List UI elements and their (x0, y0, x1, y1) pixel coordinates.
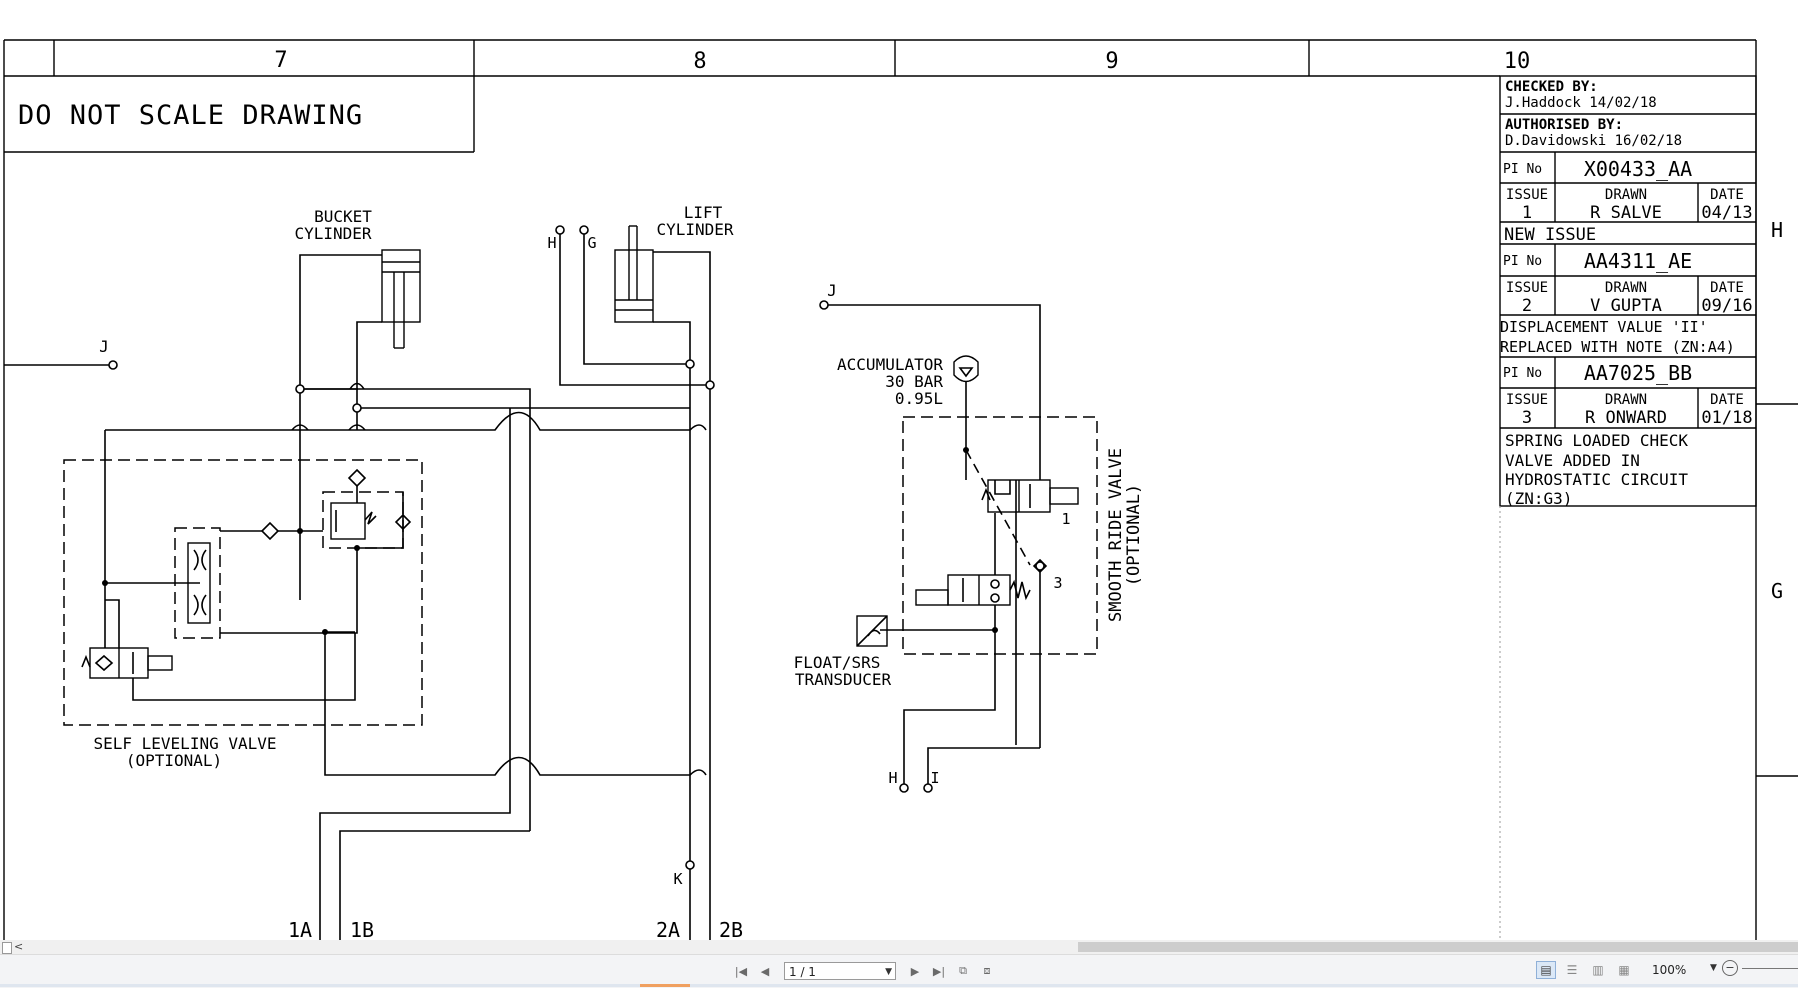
grid-row-g: G (1771, 579, 1783, 603)
date-value-3: 01/18 (1701, 408, 1752, 428)
issue-label-3: ISSUE (1506, 392, 1548, 408)
smooth-ride-label-1: SMOOTH RIDE VALVE (1106, 448, 1126, 622)
port-h-top: H (547, 234, 556, 252)
continuous-view-icon[interactable]: ☰ (1562, 961, 1582, 979)
port-k: K (673, 870, 682, 888)
zoom-slider[interactable] (1742, 968, 1798, 969)
pi-label-2: PI No (1503, 254, 1542, 269)
date-label-1: DATE (1710, 187, 1744, 203)
port-j-left: J (99, 337, 109, 356)
port-1a: 1A (288, 918, 312, 940)
port-j-right: J (827, 281, 837, 300)
revision-note-3a: SPRING LOADED CHECK (1505, 431, 1688, 450)
hydraulic-schematic: 7 8 9 10 H G DO NOT SCALE DRAWING CHECKE… (3, 39, 1798, 940)
port-2b: 2B (719, 918, 743, 940)
revision-note-3d: (ZN:G3) (1505, 489, 1572, 508)
issue-value-1: 1 (1522, 203, 1532, 223)
smooth-ride-valve-box (902, 416, 1098, 655)
issue-label-2: ISSUE (1506, 280, 1548, 296)
first-page-icon[interactable]: |◀ (732, 962, 750, 980)
grid-row-h: H (1771, 218, 1783, 242)
checked-by-label: CHECKED BY: (1505, 79, 1598, 95)
port-1b: 1B (350, 918, 374, 940)
date-value-2: 09/16 (1701, 296, 1752, 316)
accumulator-label-3: 0.95L (895, 389, 943, 408)
bucket-cylinder-label-2: CYLINDER (294, 224, 371, 243)
drawn-value-3: R ONWARD (1585, 408, 1667, 428)
date-label-2: DATE (1710, 280, 1744, 296)
port-i-bottom: I (930, 769, 939, 787)
drawn-label-3: DRAWN (1605, 392, 1647, 408)
revision-note-3c: HYDROSTATIC CIRCUIT (1505, 470, 1688, 489)
view-mode-buttons: ▤ ☰ ▥ ▦ (1536, 961, 1634, 979)
solenoid-1-label: 1 (1061, 510, 1070, 528)
next-page-icon[interactable]: ▶ (906, 962, 924, 980)
self-leveling-components (81, 468, 412, 701)
drawn-value-1: R SALVE (1590, 203, 1662, 223)
authorised-by-value: D.Davidowski 16/02/18 (1505, 133, 1682, 149)
lift-cylinder-symbol (614, 225, 654, 323)
drawn-label-2: DRAWN (1605, 280, 1647, 296)
junction-dots (102, 385, 998, 635)
last-page-icon[interactable]: ▶| (930, 962, 948, 980)
drawn-value-2: V GUPTA (1590, 296, 1662, 316)
pi-label-1: PI No (1503, 162, 1542, 177)
date-value-1: 04/13 (1701, 203, 1752, 223)
valve-3-label: 3 (1053, 574, 1062, 592)
smooth-ride-components (856, 355, 1079, 647)
zoom-dropdown-icon[interactable]: ▼ (1710, 963, 1717, 973)
transducer-label-2: TRANSDUCER (795, 670, 892, 689)
scrollbar-thumb[interactable] (1078, 942, 1798, 952)
lift-cylinder-label-2: CYLINDER (656, 220, 733, 239)
continuous-facing-view-icon[interactable]: ▦ (1614, 961, 1634, 979)
grid-col-8: 8 (693, 49, 706, 74)
port-h-bottom: H (888, 769, 897, 787)
date-label-3: DATE (1710, 392, 1744, 408)
issue-value-2: 2 (1522, 296, 1532, 316)
pi-value-1: X00433_AA (1584, 157, 1692, 181)
self-leveling-label-2: (OPTIONAL) (126, 751, 222, 770)
port-g-top: G (587, 234, 596, 252)
revision-note-2a: DISPLACEMENT VALUE 'II' (1500, 318, 1708, 336)
fit-page-icon[interactable]: ⧉ (954, 962, 972, 980)
zoom-level[interactable]: 100% (1652, 963, 1686, 977)
zoom-out-icon[interactable]: − (1722, 960, 1738, 976)
revision-note-3b: VALVE ADDED IN (1505, 451, 1640, 470)
page-dropdown-icon[interactable]: ▼ (885, 963, 892, 981)
issue-value-3: 3 (1522, 408, 1532, 428)
scroll-corner-icon (2, 942, 12, 954)
revision-note-2b: REPLACED WITH NOTE (ZN:A4) (1500, 338, 1735, 356)
issue-label-1: ISSUE (1506, 187, 1548, 203)
smooth-ride-label-2: (OPTIONAL) (1124, 484, 1144, 586)
prev-page-icon[interactable]: ◀ (756, 962, 774, 980)
authorised-by-label: AUTHORISED BY: (1505, 117, 1623, 133)
page-navigation: |◀ ◀ 1 / 1 ▼ ▶ ▶| ⧉ ⧈ (732, 959, 996, 983)
drawn-label-1: DRAWN (1605, 187, 1647, 203)
fit-width-icon[interactable]: ⧈ (978, 962, 996, 980)
document-viewport[interactable]: 7 8 9 10 H G DO NOT SCALE DRAWING CHECKE… (0, 0, 1798, 940)
do-not-scale-note: DO NOT SCALE DRAWING (18, 100, 363, 131)
pi-value-2: AA4311_AE (1584, 249, 1692, 273)
grid-col-9: 9 (1105, 49, 1118, 74)
pi-value-3: AA7025_BB (1584, 361, 1692, 385)
bucket-cylinder-symbol (381, 249, 421, 349)
checked-by-value: J.Haddock 14/02/18 (1505, 95, 1657, 111)
single-page-view-icon[interactable]: ▤ (1536, 961, 1556, 979)
grid-col-10: 10 (1504, 49, 1531, 74)
self-leveling-valve-box (63, 459, 423, 726)
page-number-value: 1 / 1 (789, 965, 816, 979)
grid-col-7: 7 (274, 48, 287, 73)
status-bar: |◀ ◀ 1 / 1 ▼ ▶ ▶| ⧉ ⧈ ▤ ☰ ▥ ▦ 100% ▼ − (0, 954, 1798, 988)
revision-note-1: NEW ISSUE (1504, 225, 1596, 245)
pi-label-3: PI No (1503, 366, 1542, 381)
scroll-left-icon[interactable]: < (14, 940, 23, 953)
horizontal-scrollbar[interactable]: < (0, 940, 1798, 954)
port-2a: 2A (656, 918, 680, 940)
page-number-input[interactable]: 1 / 1 ▼ (784, 962, 896, 980)
facing-view-icon[interactable]: ▥ (1588, 961, 1608, 979)
